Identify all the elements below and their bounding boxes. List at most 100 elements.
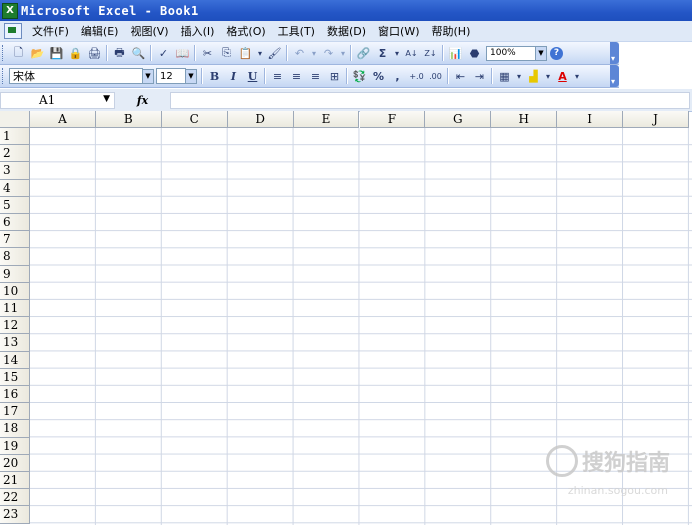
fill-color-dropdown-icon[interactable]: ▾ <box>544 68 552 85</box>
row-header[interactable]: 22 <box>0 489 30 507</box>
row-header[interactable]: 13 <box>0 334 30 352</box>
redo-dropdown-icon[interactable]: ▾ <box>339 45 347 62</box>
insert-function-icon[interactable]: fx <box>115 94 170 107</box>
row-header[interactable]: 17 <box>0 403 30 421</box>
paste-icon[interactable]: 📋 <box>237 45 254 62</box>
print-preview-icon[interactable]: 🔍 <box>130 45 147 62</box>
autosum-icon[interactable]: Σ <box>374 45 391 62</box>
drawing-icon[interactable]: ⬣ <box>466 45 483 62</box>
row-header[interactable]: 5 <box>0 196 30 214</box>
email-icon[interactable]: 🖨 <box>86 45 103 62</box>
select-all-button[interactable] <box>0 111 30 128</box>
redo-icon[interactable]: ↷ <box>320 45 337 62</box>
fill-color-icon[interactable]: ▟ <box>525 68 542 85</box>
merge-center-icon[interactable]: ⊞ <box>326 68 343 85</box>
italic-button[interactable]: I <box>225 68 242 85</box>
undo-icon[interactable]: ↶ <box>291 45 308 62</box>
research-icon[interactable]: 📖 <box>174 45 191 62</box>
sort-ascending-icon[interactable]: A↓ <box>403 45 420 62</box>
percent-icon[interactable]: % <box>370 68 387 85</box>
column-header[interactable]: A <box>30 111 96 128</box>
align-center-icon[interactable]: ≡ <box>288 68 305 85</box>
name-box[interactable]: A1 ▼ <box>0 91 115 109</box>
row-header[interactable]: 23 <box>0 506 30 524</box>
toolbar-grip[interactable] <box>2 45 6 61</box>
font-name-dropdown-icon[interactable]: ▼ <box>143 68 154 84</box>
toolbar-options-icon[interactable] <box>610 65 619 87</box>
column-header[interactable]: D <box>227 111 294 128</box>
column-header[interactable]: G <box>425 111 492 128</box>
row-header[interactable]: 21 <box>0 472 30 490</box>
toolbar-options-icon[interactable] <box>610 42 619 64</box>
bold-button[interactable]: B <box>206 68 223 85</box>
chart-wizard-icon[interactable]: 📊 <box>447 45 464 62</box>
menu-edit[interactable]: 编辑(E) <box>75 23 125 39</box>
font-color-icon[interactable]: A <box>554 68 571 85</box>
align-right-icon[interactable]: ≡ <box>307 68 324 85</box>
row-header[interactable]: 15 <box>0 368 30 386</box>
menu-data[interactable]: 数据(D) <box>321 23 372 39</box>
row-header[interactable]: 16 <box>0 386 30 404</box>
menu-tools[interactable]: 工具(T) <box>272 23 321 39</box>
row-header[interactable]: 1 <box>0 128 30 146</box>
new-icon[interactable]: 🗋 <box>10 45 27 62</box>
borders-dropdown-icon[interactable]: ▾ <box>515 68 523 85</box>
row-header[interactable]: 18 <box>0 420 30 438</box>
menu-file[interactable]: 文件(F) <box>26 23 75 39</box>
font-size-input[interactable]: 12 <box>156 68 186 84</box>
autosum-dropdown-icon[interactable]: ▾ <box>393 45 401 62</box>
cut-icon[interactable]: ✂ <box>199 45 216 62</box>
menu-window[interactable]: 窗口(W) <box>372 23 425 39</box>
spelling-icon[interactable]: ✓ <box>155 45 172 62</box>
save-icon[interactable]: 💾 <box>48 45 65 62</box>
help-icon[interactable]: ? <box>550 46 563 60</box>
copy-icon[interactable]: ⎘ <box>218 45 235 62</box>
borders-icon[interactable]: ▦ <box>496 68 513 85</box>
hyperlink-icon[interactable]: 🔗 <box>355 45 372 62</box>
name-box-dropdown-icon[interactable]: ▼ <box>103 94 110 104</box>
open-icon[interactable]: 📂 <box>29 45 46 62</box>
row-header[interactable]: 14 <box>0 351 30 369</box>
decrease-decimal-icon[interactable]: .00 <box>427 68 444 85</box>
zoom-dropdown-icon[interactable]: ▼ <box>536 45 547 61</box>
menu-insert[interactable]: 插入(I) <box>175 23 221 39</box>
font-color-dropdown-icon[interactable]: ▾ <box>573 68 581 85</box>
permission-icon[interactable]: 🔒 <box>67 45 84 62</box>
row-header[interactable]: 10 <box>0 282 30 300</box>
column-header[interactable]: E <box>293 111 360 128</box>
row-header[interactable]: 4 <box>0 179 30 197</box>
sort-descending-icon[interactable]: Z↓ <box>422 45 439 62</box>
comma-style-icon[interactable]: , <box>389 68 406 85</box>
row-header[interactable]: 12 <box>0 317 30 335</box>
column-header[interactable]: J <box>623 111 689 128</box>
zoom-input[interactable]: 100% <box>486 45 536 61</box>
column-header[interactable]: B <box>95 111 162 128</box>
toolbar-grip[interactable] <box>2 68 6 84</box>
menu-format[interactable]: 格式(O) <box>220 23 271 39</box>
workbook-icon[interactable] <box>4 23 22 39</box>
row-header[interactable]: 9 <box>0 265 30 283</box>
underline-button[interactable]: U <box>244 68 261 85</box>
currency-icon[interactable]: 💱 <box>351 68 368 85</box>
menu-view[interactable]: 视图(V) <box>124 23 174 39</box>
formula-input[interactable] <box>170 91 690 109</box>
column-header[interactable]: C <box>161 111 228 128</box>
undo-dropdown-icon[interactable]: ▾ <box>310 45 318 62</box>
row-header[interactable]: 20 <box>0 454 30 472</box>
print-icon[interactable]: 🖶 <box>111 45 128 62</box>
row-header[interactable]: 11 <box>0 300 30 318</box>
align-left-icon[interactable]: ≡ <box>269 68 286 85</box>
column-header[interactable]: I <box>557 111 624 128</box>
decrease-indent-icon[interactable]: ⇤ <box>452 68 469 85</box>
row-header[interactable]: 8 <box>0 248 30 266</box>
increase-decimal-icon[interactable]: +.0 <box>408 68 425 85</box>
row-header[interactable]: 7 <box>0 231 30 249</box>
column-header[interactable]: H <box>491 111 558 128</box>
row-header[interactable]: 19 <box>0 437 30 455</box>
font-name-input[interactable]: 宋体 <box>9 68 143 84</box>
menu-help[interactable]: 帮助(H) <box>426 23 477 39</box>
excel-app-icon[interactable]: X <box>2 2 18 19</box>
column-header[interactable]: F <box>359 111 426 128</box>
row-header[interactable]: 3 <box>0 162 30 180</box>
format-painter-icon[interactable]: 🖌 <box>266 45 283 62</box>
